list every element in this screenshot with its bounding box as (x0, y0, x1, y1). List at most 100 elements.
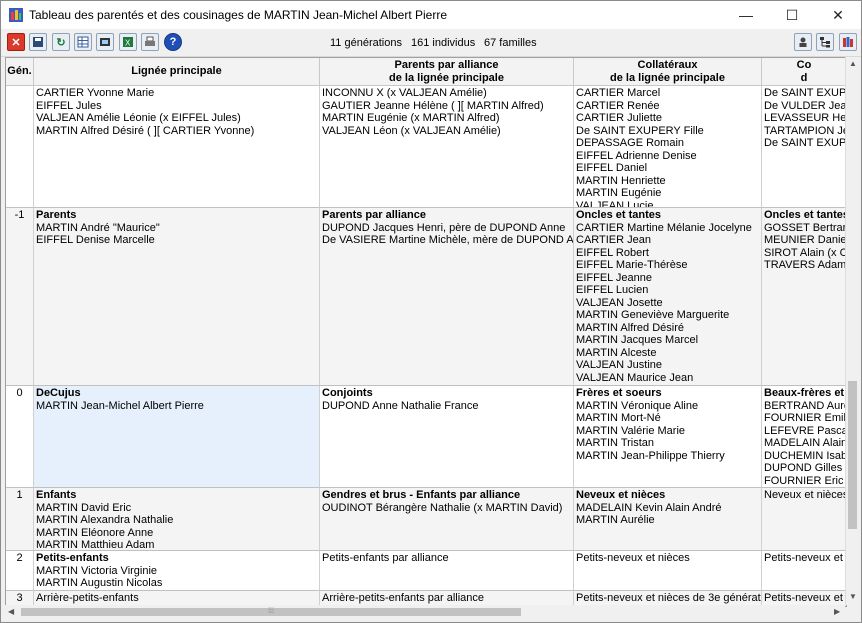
column-header-main-line[interactable]: Lignée principale (34, 58, 320, 86)
alliance-cell[interactable]: INCONNU X (x VALJEAN Amélie) GAUTIER Jean… (320, 86, 574, 208)
person-entry[interactable]: MEUNIER Danielle J (764, 234, 846, 247)
person-entry[interactable]: MARTIN Henriette (576, 175, 759, 188)
person-entry[interactable]: MARTIN Eléonore Anne (36, 527, 317, 540)
horizontal-scrollbar[interactable]: ◀ ⁞⁞⁞ ▶ (5, 605, 845, 619)
person-entry[interactable]: CARTIER Renée (576, 100, 759, 113)
person-entry[interactable]: GOSSET Bertrand (764, 222, 846, 235)
collateral-cell[interactable]: Oncles et tantes CARTIER Martine Mélanie … (574, 208, 762, 386)
person-entry[interactable]: Petits-enfants par alliance (322, 552, 571, 565)
person-entry[interactable]: CARTIER Martine Mélanie Jocelyne (576, 222, 759, 235)
collateral-cell[interactable]: Frères et soeurs MARTIN Véronique Aline MA… (574, 386, 762, 488)
maximize-button[interactable]: ☐ (769, 1, 815, 29)
column-header-generation[interactable]: Gén. (6, 58, 34, 86)
person-entry[interactable]: FOURNIER Eric (x D (764, 475, 846, 488)
person-entry[interactable]: CARTIER Jean (576, 234, 759, 247)
generation-cell[interactable]: 1 (6, 488, 34, 551)
person-entry[interactable]: VALJEAN Josette (576, 297, 759, 310)
generation-cell[interactable]: 2 (6, 551, 34, 591)
grid-icon[interactable] (74, 33, 92, 51)
person-entry[interactable]: Petits-neveux et nièces de 3e génération (576, 592, 761, 605)
scroll-right-icon[interactable]: ▶ (834, 607, 840, 616)
person-entry[interactable]: MARTIN Eugénie (x MARTIN Alfred) (322, 112, 571, 125)
main-cell[interactable]: CARTIER Yvonne Marie EIFFEL Jules VALJEAN … (34, 86, 320, 208)
person-entry[interactable]: CARTIER Juliette (576, 112, 759, 125)
extra-cell[interactable]: Oncles et tantes GOSSET Bertrand MEUNIER D… (762, 208, 846, 386)
refresh-icon[interactable]: ↻ (52, 33, 70, 51)
person-entry[interactable]: De SAINT EXUPER (764, 137, 846, 150)
main-cell[interactable]: DeCujus MARTIN Jean-Michel Albert Pierre (34, 386, 320, 488)
person-entry[interactable]: Arrière-petits-enfants (36, 592, 317, 605)
person-entry[interactable]: VALJEAN Léon (x VALJEAN Amélie) (322, 125, 571, 138)
person-entry[interactable]: GAUTIER Jeanne Hélène ( ][ MARTIN Alfred… (322, 100, 571, 113)
person-entry[interactable]: MARTIN Alfred Désiré (576, 322, 759, 335)
person-entry[interactable]: LEVASSEUR Henri (764, 112, 846, 125)
person-entry[interactable]: SIROT Alain (x CA (764, 247, 846, 260)
person-entry[interactable]: MARTIN Véronique Aline (576, 400, 759, 413)
column-header-collateral[interactable]: Collatéraux de la lignée principale (574, 58, 762, 86)
close-window-button[interactable]: ✕ (815, 1, 861, 29)
person-entry[interactable]: MARTIN Alexandra Nathalie (36, 514, 317, 527)
alliance-cell[interactable]: Parents par alliance DUPOND Jacques Henri… (320, 208, 574, 386)
person-entry[interactable]: DUPOND Jacques Henri, père de DUPOND Ann… (322, 222, 571, 235)
person-entry[interactable]: EIFFEL Robert (576, 247, 759, 260)
person-entry[interactable]: FOURNIER Emilie (x (764, 412, 846, 425)
person-entry[interactable]: MARTIN Jacques Marcel (576, 334, 759, 347)
person-entry[interactable]: De SAINT EXUPERY (764, 87, 846, 100)
person-entry[interactable]: DEPASSAGE Romain (576, 137, 759, 150)
person-entry[interactable]: BERTRAND Auréli (764, 400, 846, 413)
person-entry[interactable]: OUDINOT Bérangère Nathalie (x MARTIN Dav… (322, 502, 571, 515)
excel-icon[interactable]: X (119, 33, 137, 51)
person-entry[interactable]: MADELAIN Alain S (764, 437, 846, 450)
person-entry[interactable]: MARTIN David Eric (36, 502, 317, 515)
person-entry[interactable]: VALJEAN Maurice Jean (576, 372, 759, 385)
person-entry[interactable]: VALJEAN Justine (576, 359, 759, 372)
person-entry[interactable]: MARTIN Augustin Nicolas (36, 577, 317, 590)
person-entry[interactable]: Neveux et nièces p (764, 489, 846, 502)
person-entry[interactable]: EIFFEL Marie-Thérèse (576, 259, 759, 272)
person-entry[interactable]: MARTIN Eugénie (576, 187, 759, 200)
person-entry[interactable]: MARTIN Jean-Michel Albert Pierre (36, 400, 317, 413)
alliance-cell[interactable]: Conjoints DUPOND Anne Nathalie France (320, 386, 574, 488)
main-cell[interactable]: Petits-enfants MARTIN Victoria Virginie MA… (34, 551, 320, 591)
column-header-extra[interactable]: Co d (762, 58, 846, 86)
collateral-cell[interactable]: Neveux et nièces MADELAIN Kevin Alain And… (574, 488, 762, 551)
person-entry[interactable]: MARTIN Mort-Né (576, 412, 759, 425)
person-entry[interactable]: EIFFEL Daniel (576, 162, 759, 175)
person-entry[interactable]: MARTIN Alceste (576, 347, 759, 360)
person-entry[interactable]: EIFFEL Lucien (576, 284, 759, 297)
main-cell[interactable]: Enfants MARTIN David Eric MARTIN Alexandra… (34, 488, 320, 551)
main-cell[interactable]: Parents MARTIN André "Maurice" EIFFEL Deni… (34, 208, 320, 386)
scroll-up-icon[interactable]: ▲ (849, 59, 857, 68)
vertical-scroll-thumb[interactable] (848, 381, 857, 529)
collateral-cell[interactable]: CARTIER Marcel CARTIER Renée CARTIER Julie… (574, 86, 762, 208)
person-entry[interactable]: Petits-neveux et ni (764, 552, 846, 565)
generation-cell[interactable] (6, 86, 34, 208)
alliance-cell[interactable]: Gendres et brus - Enfants par alliance OU… (320, 488, 574, 551)
person-entry[interactable]: MARTIN Matthieu Adam (36, 539, 317, 550)
person-entry[interactable]: DUCHEMIN Isabell (764, 450, 846, 463)
column-header-alliance[interactable]: Parents par alliance de la lignée princip… (320, 58, 574, 86)
person-entry[interactable]: MARTIN André "Maurice" (36, 222, 317, 235)
person-entry[interactable]: INCONNU X (x VALJEAN Amélie) (322, 87, 571, 100)
person-entry[interactable]: EIFFEL Adrienne Denise (576, 150, 759, 163)
extra-cell[interactable]: Petits-neveux et ni (762, 551, 846, 591)
person-entry[interactable]: VALJEAN Lucie (576, 200, 759, 208)
extra-cell[interactable]: De SAINT EXUPERYDe VULDER Jean (LEVASSEU… (762, 86, 846, 208)
person-entry[interactable]: MADELAIN Kevin Alain André (576, 502, 759, 515)
kinship-table[interactable]: Gén. Lignée principale Parents par allia… (5, 57, 847, 607)
extra-cell[interactable]: Beaux-frères et BERTRAND Auréli FOURNIER E… (762, 386, 846, 488)
person-entry[interactable]: TRAVERS Adam (x (764, 259, 846, 272)
person-entry[interactable]: Petits-neveux et nièces (576, 552, 759, 565)
minimize-button[interactable]: — (723, 1, 769, 29)
person-entry[interactable]: De SAINT EXUPERY Fille (576, 125, 759, 138)
alliance-cell[interactable]: Petits-enfants par alliance (320, 551, 574, 591)
save-icon[interactable] (29, 33, 47, 51)
person-entry[interactable]: MARTIN Aurélie (576, 514, 759, 527)
person-entry[interactable]: EIFFEL Jules (36, 100, 317, 113)
person-entry[interactable]: MARTIN Geneviève Marguerite (576, 309, 759, 322)
print-icon[interactable] (141, 33, 159, 51)
person-entry[interactable]: CARTIER Yvonne Marie (36, 87, 317, 100)
film-icon[interactable] (96, 33, 114, 51)
person-entry[interactable]: MARTIN Victoria Virginie (36, 565, 317, 578)
person-icon[interactable] (794, 33, 812, 51)
